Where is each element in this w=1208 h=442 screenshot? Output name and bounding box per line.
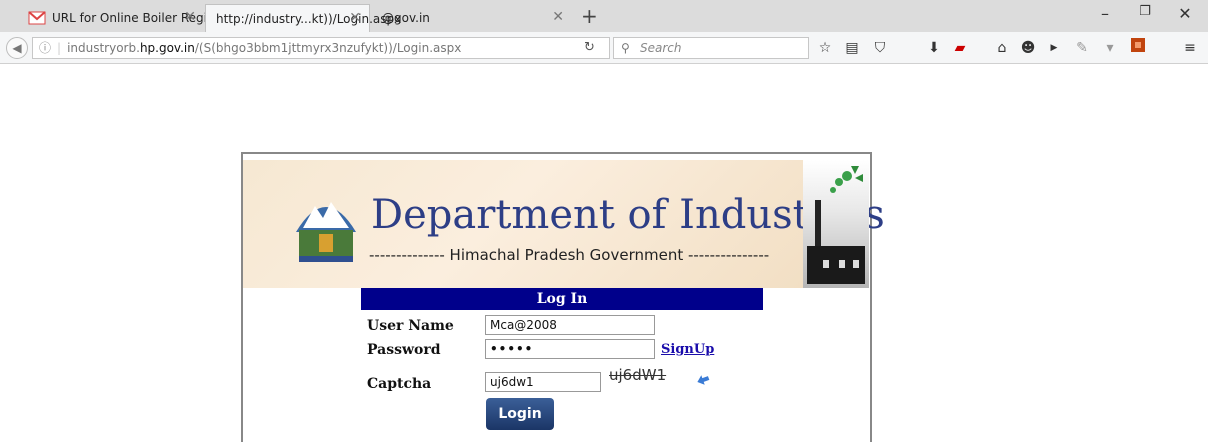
info-icon[interactable]: ⓘ: [39, 41, 51, 55]
captcha-input[interactable]: uj6dw1: [485, 372, 601, 392]
login-header: Log In: [361, 288, 763, 310]
url-prefix: industryorb.: [67, 41, 140, 55]
new-tab-button[interactable]: +: [581, 4, 598, 28]
search-bar[interactable]: ⚲ Search: [613, 37, 809, 59]
menu-icon[interactable]: ≡: [1180, 38, 1200, 58]
username-label: User Name: [367, 318, 454, 334]
pocket-icon[interactable]: ⛉: [870, 38, 890, 58]
url-host: hp.gov.in: [139, 41, 195, 55]
extension-icon[interactable]: ✎: [1072, 38, 1092, 58]
tab-title: @gov.in: [382, 11, 430, 25]
addon-icon[interactable]: [1128, 38, 1148, 58]
restore-button[interactable]: ❐: [1125, 4, 1165, 19]
youtube-icon[interactable]: ▶: [1044, 38, 1064, 58]
close-tab-icon[interactable]: ✕: [552, 9, 564, 25]
password-label: Password: [367, 342, 441, 358]
signup-link[interactable]: SignUp: [661, 342, 714, 357]
login-button[interactable]: Login: [486, 398, 554, 430]
close-tab-icon[interactable]: ✕: [349, 10, 361, 26]
hp-emblem-icon: [291, 182, 361, 264]
back-button[interactable]: ◀: [6, 37, 28, 59]
close-tab-icon[interactable]: ✕: [184, 9, 196, 25]
refresh-captcha-icon[interactable]: [695, 372, 711, 388]
username-input[interactable]: Mca@2008: [485, 315, 655, 335]
flash-icon[interactable]: ▰: [950, 38, 970, 58]
tab-gov[interactable]: @gov.in ✕: [372, 4, 572, 32]
department-banner: Department of Industries -------------- …: [243, 160, 885, 288]
reading-list-icon[interactable]: ▤: [842, 38, 862, 58]
url-bar[interactable]: ⓘ | industryorb.hp.gov.in/(S(bhgo3bbm1jttm…: [32, 37, 610, 59]
captcha-image: uj6dW1: [609, 366, 667, 384]
bookmark-star-icon[interactable]: ☆: [815, 38, 835, 58]
search-placeholder: Search: [640, 41, 682, 55]
tab-gmail[interactable]: URL for Online Boiler Regi... ✕: [18, 4, 218, 32]
close-window-button[interactable]: ✕: [1165, 4, 1205, 23]
dropdown-icon[interactable]: ▾: [1100, 38, 1120, 58]
gmail-icon: [28, 11, 46, 25]
download-icon[interactable]: ⬇: [924, 38, 944, 58]
department-subtitle: -------------- Himachal Pradesh Governme…: [369, 246, 770, 264]
url-path: /(S(bhgo3bbm1jttmyrx3nzufykt))/Login.asp…: [194, 41, 462, 55]
emoji-icon[interactable]: ☻: [1018, 38, 1038, 58]
password-input[interactable]: •••••: [485, 339, 655, 359]
factory-icon: [803, 160, 869, 288]
tab-login[interactable]: http://industry...kt))/Login.aspx ✕: [205, 4, 401, 32]
home-icon[interactable]: ⌂: [992, 38, 1012, 58]
captcha-label: Captcha: [367, 376, 432, 392]
tab-strip: URL for Online Boiler Regi... ✕ http://i…: [0, 0, 1208, 32]
url-separator: |: [57, 41, 62, 55]
minimize-button[interactable]: –: [1085, 4, 1125, 23]
reload-icon[interactable]: ↻: [584, 37, 595, 59]
login-frame: Department of Industries -------------- …: [241, 152, 885, 442]
search-icon: ⚲: [621, 41, 630, 55]
navigation-bar: ◀ ⓘ | industryorb.hp.gov.in/(S(bhgo3bbm1jt…: [0, 32, 1208, 64]
